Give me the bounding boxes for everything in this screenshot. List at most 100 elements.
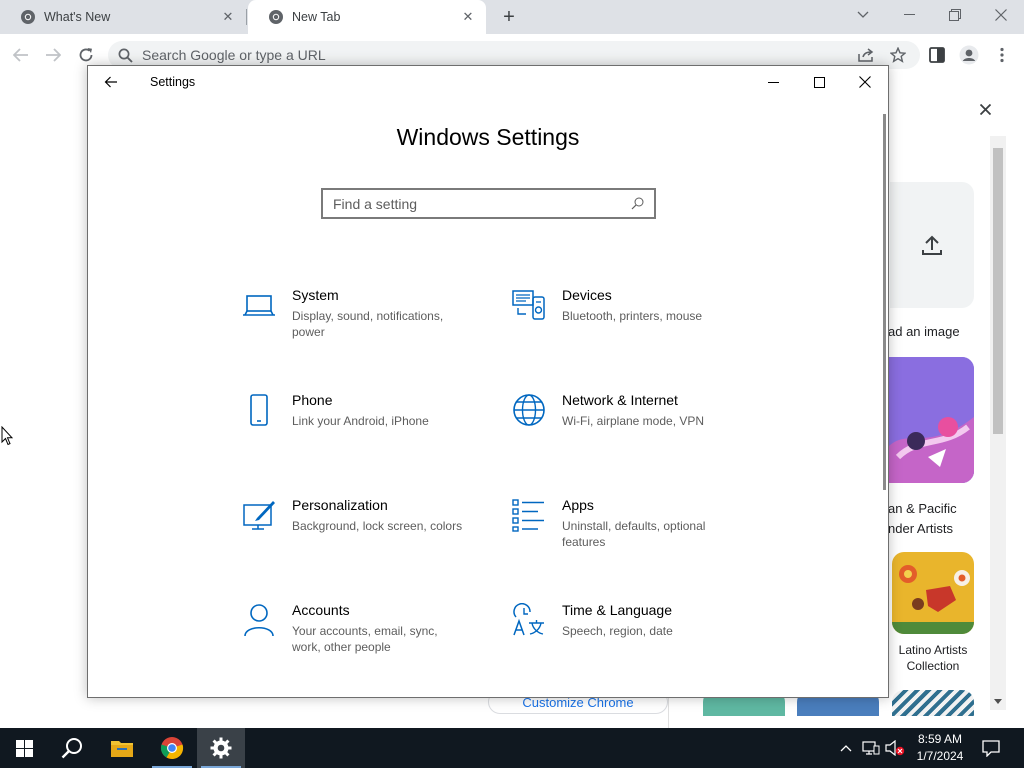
category-description: Speech, region, date xyxy=(562,624,673,638)
category-title: Personalization xyxy=(292,497,388,513)
settings-scrollbar[interactable] xyxy=(883,114,886,490)
collection-label: an & Pacific nder Artists xyxy=(888,499,957,539)
category-devices[interactable]: Devices Bluetooth, printers, mouse xyxy=(512,286,752,366)
new-tab-button[interactable]: + xyxy=(496,5,522,29)
category-title: Devices xyxy=(562,287,612,303)
category-accounts[interactable]: Accounts Your accounts, email, sync, wor… xyxy=(242,601,482,681)
category-title: Apps xyxy=(562,497,594,513)
chrome-tabstrip: What's New ✕ New Tab ✕ + xyxy=(0,0,1024,34)
chrome-menu-icon[interactable] xyxy=(989,42,1015,68)
taskbar-chrome[interactable] xyxy=(148,728,196,768)
category-description: Link your Android, iPhone xyxy=(292,414,429,428)
taskbar-settings[interactable] xyxy=(197,728,245,768)
panel-close-icon[interactable] xyxy=(974,98,996,120)
panel-scrollbar-thumb[interactable] xyxy=(993,148,1003,434)
page-title: Windows Settings xyxy=(396,124,580,150)
person-icon xyxy=(244,604,274,637)
devices-icon xyxy=(512,290,545,320)
chrome-favicon-icon xyxy=(21,10,35,24)
category-time-language[interactable]: Time & Language Speech, region, date xyxy=(512,601,752,681)
category-phone[interactable]: Phone Link your Android, iPhone xyxy=(242,391,482,471)
volume-muted-icon[interactable] xyxy=(885,738,905,758)
apps-icon xyxy=(512,499,544,532)
category-description: Bluetooth, printers, mouse xyxy=(562,309,703,323)
settings-minimize-icon[interactable] xyxy=(750,66,796,98)
laptop-icon xyxy=(243,295,275,316)
side-panel-icon[interactable] xyxy=(924,42,950,68)
category-title: Network & Internet xyxy=(562,392,678,408)
mouse-cursor-icon xyxy=(1,426,13,446)
category-network-internet[interactable]: Network & Internet Wi-Fi, airplane mode,… xyxy=(512,391,752,471)
collection-thumbnail[interactable] xyxy=(892,690,974,716)
start-button[interactable] xyxy=(0,728,48,768)
taskbar: 8:59 AM 1/7/2024 xyxy=(0,728,1024,768)
settings-titlebar[interactable]: Settings xyxy=(88,66,888,98)
back-icon[interactable] xyxy=(8,42,34,68)
clock-time: 8:59 AM xyxy=(917,732,963,746)
category-description: Uninstall, defaults, optional features xyxy=(562,519,706,549)
category-description: Wi-Fi, airplane mode, VPN xyxy=(562,414,705,428)
taskbar-search-button[interactable] xyxy=(48,728,96,768)
gear-icon xyxy=(210,737,232,759)
network-icon[interactable] xyxy=(861,738,881,758)
category-personalization[interactable]: Personalization Background, lock screen,… xyxy=(242,496,482,576)
notifications-icon[interactable] xyxy=(981,738,1001,758)
upload-image-label: ad an image xyxy=(888,324,960,339)
windows-logo-icon xyxy=(15,739,33,757)
category-title: Time & Language xyxy=(562,602,672,618)
category-description: Display, sound, notifications, power xyxy=(292,309,444,339)
collection-label-line: nder Artists xyxy=(888,521,954,536)
search-icon xyxy=(61,738,82,759)
minimize-icon[interactable] xyxy=(886,0,932,30)
settings-app-title: Settings xyxy=(150,75,196,89)
category-system[interactable]: System Display, sound, notifications, po… xyxy=(242,286,482,366)
category-title: System xyxy=(292,287,339,303)
tab-title: New Tab xyxy=(292,10,341,24)
chrome-favicon-icon xyxy=(269,10,283,24)
find-setting-field[interactable] xyxy=(321,188,656,219)
collection-label-line: an & Pacific xyxy=(888,501,957,516)
category-description: Background, lock screen, colors xyxy=(292,519,463,533)
tab-separator xyxy=(246,9,247,25)
settings-close-icon[interactable] xyxy=(842,66,888,98)
personalization-icon xyxy=(243,501,275,530)
profile-avatar-icon[interactable] xyxy=(956,42,982,68)
upload-image-card[interactable] xyxy=(890,182,974,308)
collection-label-line: Latino Artists xyxy=(898,643,968,657)
clock-date: 1/7/2024 xyxy=(916,749,964,763)
tab-close-icon[interactable]: ✕ xyxy=(460,9,476,25)
search-icon xyxy=(631,197,644,210)
category-apps[interactable]: Apps Uninstall, defaults, optional featu… xyxy=(512,496,752,576)
forward-icon[interactable] xyxy=(40,42,66,68)
tab-search-chevron-icon[interactable] xyxy=(840,0,886,30)
category-description: Your accounts, email, sync, work, other … xyxy=(292,624,438,654)
scroll-down-icon[interactable] xyxy=(994,696,1002,706)
tab-title: What's New xyxy=(44,10,111,24)
collection-label: Latino Artists Collection xyxy=(892,642,974,674)
time-language-icon xyxy=(513,603,544,636)
chrome-icon xyxy=(160,737,184,760)
tab-new-tab[interactable]: New Tab ✕ xyxy=(248,0,486,34)
latino-collection-thumbnail[interactable] xyxy=(892,552,974,634)
omnibox-placeholder: Search Google or type a URL xyxy=(142,47,326,63)
category-title: Phone xyxy=(292,392,333,408)
find-setting-input[interactable] xyxy=(333,195,631,212)
restore-icon[interactable] xyxy=(932,0,978,30)
folder-icon xyxy=(111,741,133,757)
globe-icon xyxy=(513,394,545,426)
phone-icon xyxy=(250,394,268,426)
close-window-icon[interactable] xyxy=(978,0,1024,30)
show-hidden-icons-chevron-icon[interactable] xyxy=(836,738,856,758)
category-title: Accounts xyxy=(292,602,350,618)
collection-label-line: Collection xyxy=(906,659,960,673)
aapi-collection-thumbnail[interactable] xyxy=(888,357,974,483)
settings-window: Settings Windows Settings System Display… xyxy=(87,65,889,698)
search-icon xyxy=(118,48,133,63)
taskbar-clock[interactable]: 8:59 AM 1/7/2024 xyxy=(912,731,968,765)
tab-close-icon[interactable]: ✕ xyxy=(220,9,236,25)
taskbar-file-explorer[interactable] xyxy=(98,728,146,768)
upload-icon xyxy=(922,235,942,255)
settings-maximize-icon[interactable] xyxy=(796,66,842,98)
tab-whats-new[interactable]: What's New ✕ xyxy=(0,0,246,34)
settings-back-icon[interactable] xyxy=(100,72,122,92)
